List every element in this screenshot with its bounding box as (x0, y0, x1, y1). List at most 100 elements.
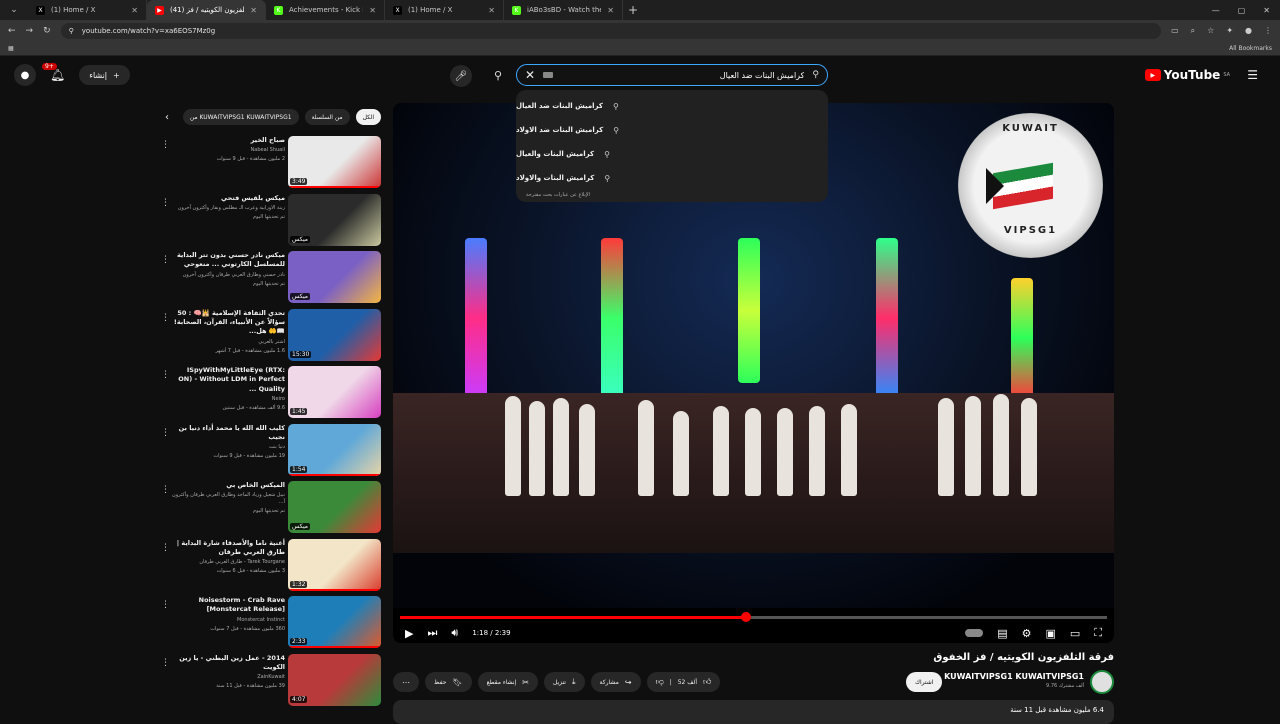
site-info-icon[interactable]: ⚲ (69, 27, 74, 35)
recommended-video[interactable]: ⋮ الميكس الخاص بي نبيل شعيل وزياد الماجد و… (155, 481, 381, 539)
more-options-icon[interactable]: ⋮ (161, 543, 170, 553)
minimize-icon[interactable]: — (1212, 6, 1220, 15)
chips-left-arrow-icon[interactable]: ‹ (165, 112, 177, 123)
youtube-logo[interactable]: ▶ YouTube SA (1144, 68, 1230, 82)
recommended-video[interactable]: ⋮ ميكس بلقيس فتحي زينة الاورابية وعرب الـ … (155, 193, 381, 252)
like-dislike-button[interactable]: 👎︎ | 52 ألف 👍︎ (646, 672, 721, 692)
tab-close-icon[interactable]: ✕ (607, 6, 614, 15)
recommended-video[interactable]: ⋮ Noisestorm - Crab Rave [Monstercat Rele… (155, 596, 381, 654)
url-field[interactable]: ⚲ youtube.com/watch?v=xa6EOS7Mz0g (60, 23, 1162, 39)
browser-tab[interactable]: K Achievements - Kick Dashboard ✕ (266, 0, 385, 20)
search-suggestion[interactable]: ⚲ كراميش البنات ضد الاولاد (516, 118, 828, 142)
next-icon[interactable]: ⏭︎ (427, 626, 437, 640)
chip-all[interactable]: الكل (355, 109, 381, 125)
more-options-icon[interactable]: ⋮ (161, 600, 170, 610)
recommended-video[interactable]: ⋮ ميكس نادر حسني بدون تتر البداية للمسلسل… (155, 251, 381, 309)
menu-icon[interactable]: ⋮ (1264, 26, 1272, 36)
settings-gear-icon[interactable]: ⚙ (1022, 627, 1032, 640)
chip-series[interactable]: من السلسلة (304, 109, 350, 125)
search-icon[interactable]: ⚲ (482, 64, 514, 86)
more-options-icon[interactable]: ⋮ (161, 485, 170, 495)
new-tab-button[interactable]: + (623, 3, 643, 17)
like-icon[interactable]: 👍︎ (703, 677, 711, 687)
apps-icon[interactable]: ▦ (8, 45, 14, 52)
search-suggestion[interactable]: ⚲ كراميش البنات ضد العيال (516, 94, 828, 118)
search-suggestion[interactable]: ⚲ كراميش البنات والاولاد (516, 166, 828, 190)
recommendation-thumbnail[interactable]: 1:32 (288, 538, 381, 591)
voice-search-icon[interactable]: 🎤︎ (450, 65, 472, 87)
close-window-icon[interactable]: ✕ (1263, 6, 1270, 15)
progress-bar[interactable] (400, 612, 1107, 622)
back-icon[interactable]: ← (8, 26, 16, 36)
more-options-icon[interactable]: ⋮ (161, 428, 170, 438)
recommendation-thumbnail[interactable]: ميكس (288, 481, 381, 533)
save-button[interactable]: حفظ 🔖︎ (425, 672, 472, 692)
star-icon[interactable]: ☆ (1207, 26, 1214, 36)
maximize-icon[interactable]: ▢ (1238, 6, 1246, 15)
recommended-video[interactable]: ⋮ ISpyWithMyLittleEye (RTX: ON) - Without… (155, 366, 381, 424)
subtitles-icon[interactable]: ▤ (997, 627, 1007, 640)
tab-search-icon[interactable]: ⌄ (0, 0, 28, 20)
recommended-video[interactable]: ⋮ أغنية ناما والأصدقاء شارة البداية | طار… (155, 538, 381, 597)
suggestion-report-link[interactable]: الإبلاغ عن عبارات بحث مقترحة (516, 192, 828, 198)
scrubber-knob[interactable] (741, 612, 752, 622)
recommendation-thumbnail[interactable]: ميكس (288, 193, 381, 246)
tab-close-icon[interactable]: ✕ (488, 6, 495, 15)
forward-icon[interactable]: → (26, 26, 34, 36)
description-box[interactable]: 6.4 مليون مشاهدة قبل 11 سنة (393, 700, 1114, 724)
play-icon[interactable]: ▶ (405, 627, 413, 640)
volume-icon[interactable]: 🔊︎ (451, 626, 458, 640)
tab-close-icon[interactable]: ✕ (131, 6, 138, 15)
more-options-icon[interactable]: ⋮ (161, 313, 170, 323)
recommended-video[interactable]: ⋮ 2014 - عمل زين البطني - يا زين الكويت Za… (155, 653, 381, 712)
browser-tab[interactable]: ▶ (41) فرقة التلفزيون الكويتيه / فز ✕ (147, 0, 266, 20)
cast-icon[interactable]: ▭ (1171, 26, 1179, 36)
recommended-video[interactable]: ⋮ صباح الخير Nabeal Shuail 2 مليون مشاهدة -… (155, 136, 381, 194)
reload-icon[interactable]: ↻ (43, 26, 51, 36)
channel-name[interactable]: KUWAITVIPSG1 KUWAITVIPSG1 (944, 672, 1084, 681)
recommendation-thumbnail[interactable]: 1:45 (288, 366, 381, 418)
notifications-icon[interactable]: 🔔︎ 9+ (42, 63, 65, 82)
clip-button[interactable]: إنشاء مقطع ✂ (477, 672, 538, 692)
recommendation-thumbnail[interactable]: 15:30 (288, 308, 381, 361)
recommended-video[interactable]: ⋮ تحدي الثقافة الإسلامية 🕌🧠 : 50 سؤالاً ع… (155, 308, 381, 367)
browser-tab[interactable]: X (1) Home / X ✕ (28, 0, 147, 20)
tab-close-icon[interactable]: ✕ (250, 6, 257, 15)
fullscreen-icon[interactable]: ⛶ (1094, 626, 1102, 640)
more-options-icon[interactable]: ⋮ (161, 140, 170, 150)
more-options-icon[interactable]: ⋮ (161, 658, 170, 668)
dislike-icon[interactable]: 👎︎ (656, 677, 664, 687)
subscribe-button[interactable]: اشتراك (906, 672, 943, 692)
miniplayer-icon[interactable]: ▣ (1045, 627, 1055, 640)
hamburger-menu-icon[interactable]: ☰ (1247, 68, 1258, 82)
autoplay-toggle[interactable] (965, 629, 984, 637)
download-button[interactable]: تنزيل ⤓ (543, 672, 585, 692)
recommendation-thumbnail[interactable]: 3:49 (288, 136, 381, 188)
theater-mode-icon[interactable]: ▭ (1070, 627, 1080, 640)
more-options-icon[interactable]: ⋮ (161, 370, 170, 380)
search-input[interactable] (561, 70, 805, 80)
browser-tab[interactable]: X (1) Home / X ✕ (385, 0, 504, 20)
recommendation-thumbnail[interactable]: 2:33 (288, 596, 381, 648)
clear-search-icon[interactable]: ✕ (525, 68, 535, 82)
recommendation-thumbnail[interactable]: ميكس (288, 251, 381, 303)
more-options-icon[interactable]: ⋮ (161, 255, 170, 265)
zoom-icon[interactable]: ⌕ (1191, 26, 1195, 36)
profile-avatar[interactable]: ● (1245, 26, 1252, 36)
chip-from-channel[interactable]: من KUWAITVIPSG1 KUWAITVIPSG1 (183, 109, 299, 125)
extensions-icon[interactable]: ✦ (1226, 26, 1233, 36)
keyboard-icon[interactable] (543, 72, 554, 78)
browser-tab[interactable]: KiABo3sBD - Watch the VOD on ✕ (504, 0, 623, 20)
more-actions-button[interactable]: ⋯ (393, 672, 419, 692)
tab-close-icon[interactable]: ✕ (369, 6, 376, 15)
search-suggestion[interactable]: ⚲ كراميش البنات والعيال (516, 142, 828, 166)
all-bookmarks[interactable]: All Bookmarks (1229, 45, 1272, 52)
share-button[interactable]: مشاركة ↪ (590, 672, 641, 692)
create-button[interactable]: إنشاء + (79, 65, 130, 85)
more-options-icon[interactable]: ⋮ (161, 198, 170, 208)
account-avatar[interactable]: ● (14, 64, 36, 86)
recommended-video[interactable]: ⋮ كليب الله الله يا محمد أداء دنيا بن نجي… (155, 423, 381, 482)
recommendation-thumbnail[interactable]: 1:54 (288, 423, 381, 476)
channel-avatar[interactable] (1090, 670, 1114, 694)
recommendation-thumbnail[interactable]: 4:07 (288, 653, 381, 706)
